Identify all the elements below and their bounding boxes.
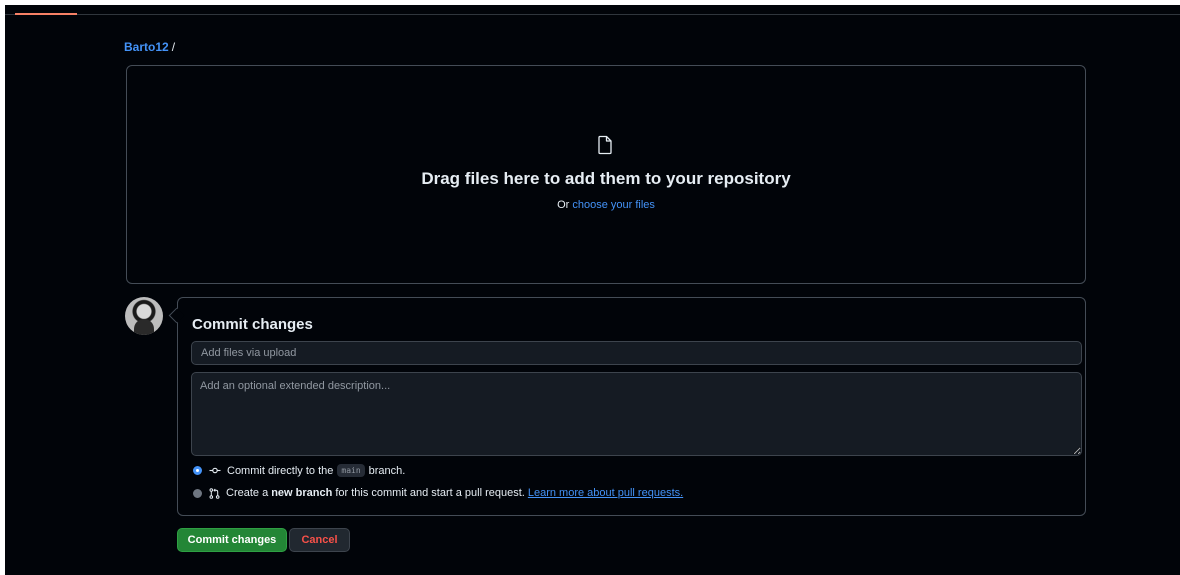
avatar — [125, 297, 163, 335]
new-branch-option[interactable]: Create a new branch for this commit and … — [193, 487, 683, 499]
commit-summary-input[interactable] — [191, 341, 1082, 365]
commit-direct-radio[interactable] — [193, 466, 202, 475]
commit-direct-suffix: branch. — [368, 464, 406, 477]
file-dropzone[interactable]: Drag files here to add them to your repo… — [126, 65, 1086, 284]
app-frame: Barto12/ Drag files here to add them to … — [5, 5, 1180, 575]
avatar-figure — [134, 319, 154, 335]
header-divider — [5, 14, 1180, 15]
commit-direct-prefix: Commit directly to the — [227, 464, 334, 477]
commit-description-textarea[interactable] — [191, 372, 1082, 456]
breadcrumb-owner-link[interactable]: Barto12 — [124, 40, 169, 54]
file-icon — [598, 135, 612, 155]
commit-changes-button[interactable]: Commit changes — [177, 528, 287, 552]
commit-title: Commit changes — [192, 316, 313, 333]
dropzone-or-text: Or — [557, 199, 570, 211]
dropzone-title: Drag files here to add them to your repo… — [421, 169, 791, 188]
cancel-button[interactable]: Cancel — [289, 528, 350, 552]
new-branch-emphasis: new branch — [271, 487, 333, 499]
breadcrumb: Barto12/ — [124, 40, 175, 54]
breadcrumb-separator: / — [171, 40, 176, 54]
dropzone-subtitle: Or choose your files — [127, 199, 1085, 211]
git-commit-icon — [209, 467, 221, 474]
choose-files-link[interactable]: choose your files — [572, 199, 655, 211]
learn-more-pull-requests-link[interactable]: Learn more about pull requests. — [528, 487, 683, 499]
new-branch-prefix: Create a — [226, 487, 269, 499]
git-pull-request-icon — [209, 487, 220, 499]
new-branch-radio[interactable] — [193, 488, 202, 498]
commit-direct-option[interactable]: Commit directly to the main branch. — [193, 464, 405, 477]
commit-panel: Commit changes Commit directly to the ma… — [177, 297, 1086, 516]
new-branch-suffix: for this commit and start a pull request… — [335, 487, 525, 499]
branch-name-badge: main — [337, 464, 365, 477]
active-tab-indicator — [15, 13, 77, 15]
